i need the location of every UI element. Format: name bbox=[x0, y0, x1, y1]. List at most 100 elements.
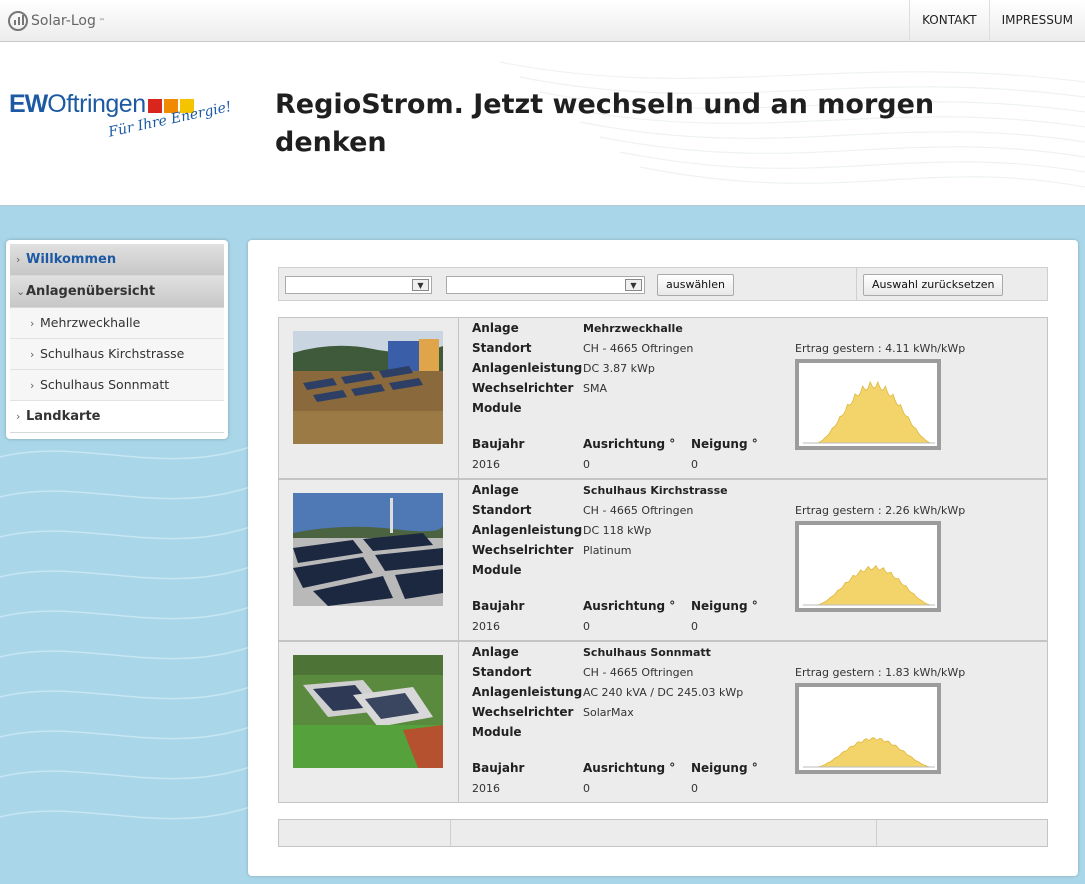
sidebar-subitem-label: Schulhaus Kirchstrasse bbox=[40, 346, 185, 361]
plant-dropdown[interactable]: ▼ bbox=[446, 276, 645, 294]
plant-photo[interactable] bbox=[293, 655, 443, 768]
logo-ew-text: EW bbox=[9, 90, 48, 118]
chevron-right-icon: › bbox=[16, 253, 21, 266]
power-value: DC 3.87 kWp bbox=[583, 362, 655, 375]
divider bbox=[876, 820, 877, 846]
tilt-label: Neigung ° bbox=[691, 761, 758, 775]
reset-selection-button[interactable]: Auswahl zurücksetzen bbox=[863, 274, 1004, 296]
yield-curve-svg bbox=[799, 687, 937, 770]
ew-oftringen-logo[interactable]: EW Oftringen Für Ihre Energie! bbox=[9, 90, 233, 141]
solar-log-logo[interactable]: Solar-Log ™ bbox=[8, 11, 105, 31]
page-headline: RegioStrom. Jetzt wechseln und an morgen… bbox=[275, 89, 935, 158]
yield-curve-svg bbox=[799, 525, 937, 608]
plant-group-dropdown[interactable]: ▼ bbox=[285, 276, 432, 294]
sidebar-subitem-sonnmatt[interactable]: › Schulhaus Sonnmatt bbox=[10, 370, 224, 401]
tilt-value: 0 bbox=[691, 782, 698, 795]
sidebar-subitem-label: Mehrzweckhalle bbox=[40, 315, 141, 330]
orientation-label: Ausrichtung ° bbox=[583, 761, 676, 775]
select-button[interactable]: auswählen bbox=[657, 274, 734, 296]
chevron-down-icon: ⌄ bbox=[16, 285, 26, 298]
divider bbox=[450, 820, 451, 846]
plant-label: Anlage bbox=[472, 483, 519, 497]
plant-name[interactable]: Schulhaus Kirchstrasse bbox=[583, 484, 728, 497]
dropdown-arrow-icon: ▼ bbox=[625, 279, 642, 291]
inverter-value: Platinum bbox=[583, 544, 632, 557]
plant-row: Anlage Schulhaus Kirchstrasse Standort C… bbox=[278, 479, 1048, 641]
inverter-label: Wechselrichter bbox=[472, 381, 574, 395]
sidebar-nav: › Willkommen ⌄Anlagenübersicht › Mehrzweck… bbox=[6, 240, 228, 439]
chevron-right-icon: › bbox=[30, 348, 35, 361]
year-label: Baujahr bbox=[472, 599, 525, 613]
inverter-label: Wechselrichter bbox=[472, 543, 574, 557]
orientation-value: 0 bbox=[583, 620, 590, 633]
modules-label: Module bbox=[472, 401, 522, 415]
power-label: Anlagenleistung bbox=[472, 523, 583, 537]
bar-chart-icon bbox=[8, 11, 28, 31]
yield-curve bbox=[816, 380, 932, 444]
yield-curve-svg bbox=[799, 363, 937, 446]
location-value: CH - 4665 Oftringen bbox=[583, 504, 694, 517]
header-banner: EW Oftringen Für Ihre Energie! RegioStrom… bbox=[0, 42, 1085, 206]
location-label: Standort bbox=[472, 503, 532, 517]
year-label: Baujahr bbox=[472, 761, 525, 775]
divider bbox=[458, 642, 459, 802]
yield-yesterday: Ertrag gestern : 4.11 kWh/kWp bbox=[795, 342, 966, 355]
plant-photo[interactable] bbox=[293, 331, 443, 444]
sidebar-subitem-label: Schulhaus Sonnmatt bbox=[40, 377, 170, 392]
year-value: 2016 bbox=[472, 782, 500, 795]
tilt-value: 0 bbox=[691, 458, 698, 471]
year-value: 2016 bbox=[472, 458, 500, 471]
yield-yesterday: Ertrag gestern : 2.26 kWh/kWp bbox=[795, 504, 966, 517]
modules-label: Module bbox=[472, 725, 522, 739]
sidebar-item-label: Landkarte bbox=[26, 409, 101, 424]
footer-bar bbox=[278, 819, 1048, 847]
orientation-value: 0 bbox=[583, 782, 590, 795]
plant-row: Anlage Mehrzweckhalle Standort CH - 4665… bbox=[278, 317, 1048, 479]
daily-yield-chart[interactable] bbox=[795, 521, 941, 612]
power-value: AC 240 kVA / DC 245.03 kWp bbox=[583, 686, 744, 699]
yield-yesterday: Ertrag gestern : 1.83 kWh/kWp bbox=[795, 666, 966, 679]
sidebar-item-map[interactable]: › Landkarte bbox=[10, 401, 224, 433]
plant-label: Anlage bbox=[472, 645, 519, 659]
year-label: Baujahr bbox=[472, 437, 525, 451]
plant-photo[interactable] bbox=[293, 493, 443, 606]
divider bbox=[856, 268, 857, 300]
sidebar-item-welcome[interactable]: › Willkommen bbox=[10, 244, 224, 276]
sidebar-item-overview[interactable]: ⌄Anlagenübersicht bbox=[10, 276, 224, 308]
plant-name[interactable]: Schulhaus Sonnmatt bbox=[583, 646, 711, 659]
trademark: ™ bbox=[98, 17, 105, 25]
logo-name-text: Oftringen bbox=[47, 90, 146, 118]
power-label: Anlagenleistung bbox=[472, 685, 583, 699]
logo-square-red bbox=[147, 99, 162, 113]
location-label: Standort bbox=[472, 341, 532, 355]
chevron-right-icon: › bbox=[16, 410, 21, 423]
divider bbox=[458, 318, 459, 478]
inverter-value: SolarMax bbox=[583, 706, 634, 719]
tilt-value: 0 bbox=[691, 620, 698, 633]
top-nav: KONTAKT IMPRESSUM bbox=[909, 0, 1085, 42]
plant-name[interactable]: Mehrzweckhalle bbox=[583, 322, 683, 335]
plant-label: Anlage bbox=[472, 321, 519, 335]
location-value: CH - 4665 Oftringen bbox=[583, 342, 694, 355]
orientation-label: Ausrichtung ° bbox=[583, 437, 676, 451]
year-value: 2016 bbox=[472, 620, 500, 633]
location-label: Standort bbox=[472, 665, 532, 679]
daily-yield-chart[interactable] bbox=[795, 683, 941, 774]
sidebar-subitem-kirchstrasse[interactable]: › Schulhaus Kirchstrasse bbox=[10, 339, 224, 370]
nav-imprint-link[interactable]: IMPRESSUM bbox=[988, 0, 1085, 42]
main-panel: ▼ ▼ auswählen Auswahl zurücksetzen Anlag… bbox=[248, 240, 1078, 876]
nav-contact-link[interactable]: KONTAKT bbox=[909, 0, 989, 42]
sidebar-item-label: Willkommen bbox=[26, 252, 117, 267]
dropdown-arrow-icon: ▼ bbox=[412, 279, 429, 291]
inverter-label: Wechselrichter bbox=[472, 705, 574, 719]
power-value: DC 118 kWp bbox=[583, 524, 652, 537]
sidebar-subitem-mehrzweckhalle[interactable]: › Mehrzweckhalle bbox=[10, 308, 224, 339]
tilt-label: Neigung ° bbox=[691, 599, 758, 613]
yield-curve bbox=[816, 565, 932, 606]
chevron-right-icon: › bbox=[30, 317, 35, 330]
daily-yield-chart[interactable] bbox=[795, 359, 941, 450]
top-bar: Solar-Log ™ KONTAKT IMPRESSUM bbox=[0, 0, 1085, 42]
selection-bar: ▼ ▼ auswählen Auswahl zurücksetzen bbox=[278, 267, 1048, 301]
tilt-label: Neigung ° bbox=[691, 437, 758, 451]
orientation-value: 0 bbox=[583, 458, 590, 471]
